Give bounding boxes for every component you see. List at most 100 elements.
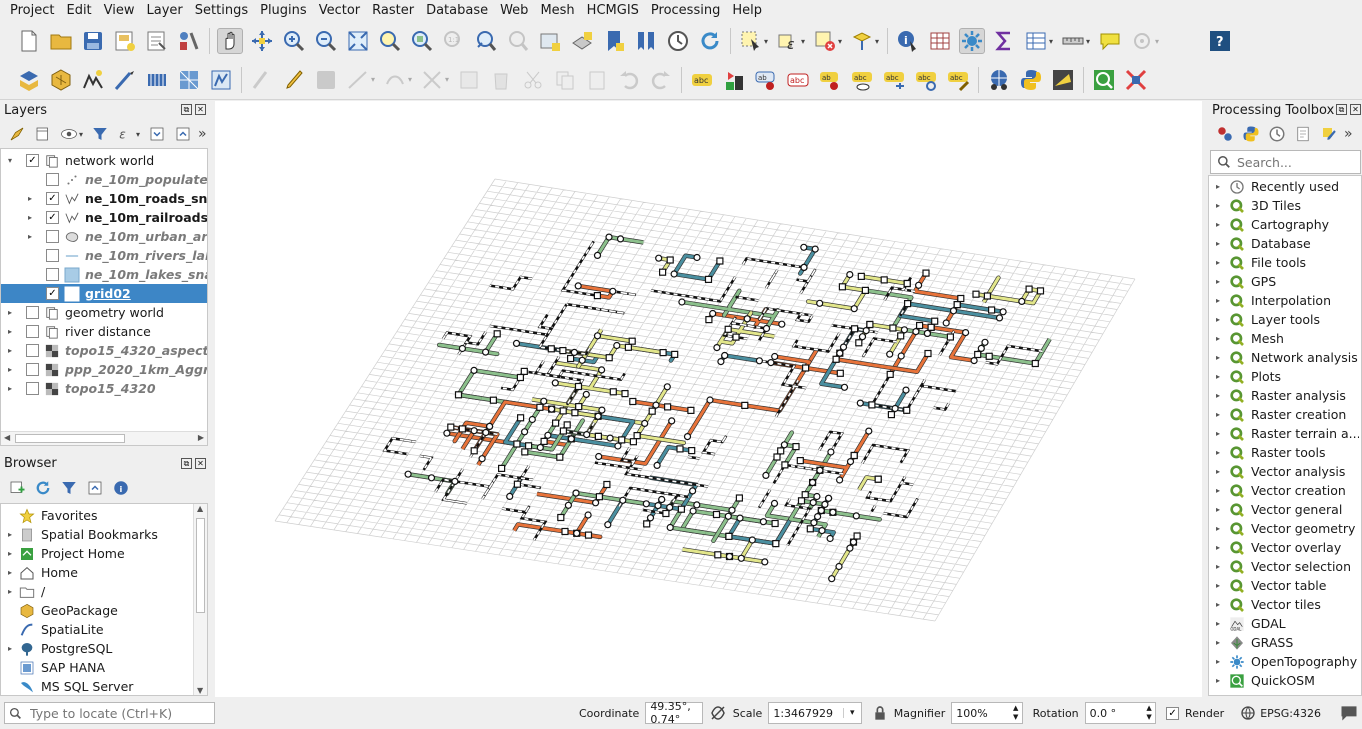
processing-provider[interactable]: ▸ GRASS [1213,633,1359,652]
menu-settings[interactable]: Settings [189,0,254,22]
new-print-layout-icon[interactable] [112,28,138,54]
style-manager-icon[interactable] [176,28,202,54]
spin-arrows-icon[interactable]: ▲ ▼ [1010,704,1022,722]
layer-row[interactable]: ▸ river distance [1,322,207,341]
pan-map-icon[interactable] [217,28,243,54]
measure-line-icon[interactable] [1060,28,1086,54]
lock-scale-icon[interactable] [872,705,888,721]
expand-arrow-icon[interactable]: ▸ [1213,239,1223,248]
messages-icon[interactable] [1339,704,1359,722]
quickosm-icon[interactable] [1091,67,1117,93]
locator-input[interactable] [30,705,210,721]
map-rendering[interactable] [215,101,1202,697]
layer-row[interactable]: ne_10m_rivers_lakes_ [1,246,207,265]
processing-toolbox-icon[interactable] [959,28,985,54]
decorations-icon[interactable] [1129,28,1155,54]
current-edits-icon[interactable] [249,67,275,93]
processing-provider[interactable]: ▸ Database [1213,234,1359,253]
new-virtual-layer-icon[interactable] [144,67,170,93]
browser-vscrollbar[interactable]: ▲ ▼ [193,504,207,695]
locator-bar[interactable] [4,702,215,724]
layer-visibility-checkbox[interactable] [26,363,39,376]
expand-arrow-icon[interactable]: ▸ [1213,600,1223,609]
scripts-icon[interactable] [1240,123,1262,145]
zoom-in-icon[interactable] [281,28,307,54]
processing-provider[interactable]: ▸ Raster creation [1213,405,1359,424]
browser-item[interactable]: Favorites [5,506,97,525]
collapse-arrow-icon[interactable]: ▸ [25,232,35,241]
coordinate-field[interactable]: 49.35°, 0.74° [645,700,703,726]
edit-table-icon[interactable] [456,67,482,93]
pin-unpin-labels-icon[interactable]: ab [817,67,843,93]
expand-arrow-icon[interactable]: ▸ [1213,543,1223,552]
processing-provider[interactable]: ▸ Vector general [1213,500,1359,519]
processing-search-input[interactable] [1237,154,1347,170]
crs-label[interactable]: EPSG:4326 [1260,707,1321,720]
expand-arrow-icon[interactable]: ▸ [1213,372,1223,381]
layer-visibility-checkbox[interactable] [46,173,59,186]
new-3d-view-icon[interactable] [569,28,595,54]
layer-row[interactable]: ▸ topo15_4320_aspect [1,341,207,360]
layers-hscrollbar[interactable]: ◀ ▶ [1,431,207,445]
close-icon[interactable]: ✕ [195,104,206,115]
open-project-icon[interactable] [48,28,74,54]
expand-arrow-icon[interactable]: ▸ [1213,562,1223,571]
expand-arrow-icon[interactable]: ▸ [1213,277,1223,286]
processing-provider[interactable]: ▸ Raster analysis [1213,386,1359,405]
refresh-icon[interactable] [697,28,723,54]
menu-raster[interactable]: Raster [366,0,420,22]
open-attribute-table-icon[interactable] [1023,28,1049,54]
menu-plugins[interactable]: Plugins [254,0,313,22]
browser-item[interactable]: ▸ PostgreSQL [5,639,112,658]
show-bookmarks-icon[interactable] [633,28,659,54]
expand-arrow-icon[interactable]: ▾ [5,156,15,165]
expand-arrow-icon[interactable]: ▸ [1213,467,1223,476]
expand-arrow-icon[interactable]: ▸ [1213,505,1223,514]
properties-icon[interactable]: i [110,477,132,499]
help-icon[interactable]: ? [1207,28,1233,54]
history-icon[interactable] [1266,123,1288,145]
collapse-arrow-icon[interactable]: ▸ [5,365,15,374]
expand-arrow-icon[interactable]: ▸ [5,568,15,577]
models-icon[interactable] [1214,123,1236,145]
layer-visibility-checkbox[interactable]: ✓ [26,154,39,167]
new-shapefile-icon[interactable] [80,67,106,93]
menu-help[interactable]: Help [726,0,768,22]
move-label-icon[interactable]: abc [881,67,907,93]
new-project-icon[interactable] [16,28,42,54]
processing-provider[interactable]: ▸ GPS [1213,272,1359,291]
save-project-icon[interactable] [80,28,106,54]
browser-item[interactable]: ▸ Home [5,563,78,582]
processing-provider[interactable]: ▸ Vector overlay [1213,538,1359,557]
layer-visibility-checkbox[interactable] [26,325,39,338]
expand-arrow-icon[interactable]: ▸ [5,644,15,653]
layer-visibility-checkbox[interactable] [46,230,59,243]
layer-row[interactable]: ▸ geometry world [1,303,207,322]
zoom-to-selection-icon[interactable] [377,28,403,54]
qgis-cloud-icon[interactable] [986,67,1012,93]
processing-provider[interactable]: ▸ Mesh [1213,329,1359,348]
layer-visibility-checkbox[interactable] [26,306,39,319]
browser-item[interactable]: ▸ Project Home [5,544,125,563]
style-panel-icon[interactable] [6,123,28,145]
layer-row[interactable]: ✓ grid02 [1,284,207,303]
browser-item[interactable]: SAP HANA [5,658,105,677]
menu-processing[interactable]: Processing [645,0,726,22]
processing-search[interactable] [1210,150,1361,174]
layout-manager-icon[interactable] [144,28,170,54]
copy-features-icon[interactable] [552,67,578,93]
browser-item[interactable]: GeoPackage [5,601,118,620]
undo-icon[interactable] [616,67,642,93]
zoom-out-icon[interactable] [313,28,339,54]
expand-arrow-icon[interactable]: ▸ [1213,657,1223,666]
expand-arrow-icon[interactable]: ▸ [1213,201,1223,210]
pin-labels-icon[interactable]: ab [753,67,779,93]
select-features-icon[interactable] [738,28,764,54]
layer-visibility-checkbox[interactable]: ✓ [46,192,59,205]
menu-database[interactable]: Database [420,0,494,22]
edit-features-in-place-icon[interactable] [1318,123,1340,145]
map-canvas[interactable] [215,101,1202,697]
new-bookmark-icon[interactable] [601,28,627,54]
menu-vector[interactable]: Vector [313,0,366,22]
python-console-icon[interactable] [1018,67,1044,93]
